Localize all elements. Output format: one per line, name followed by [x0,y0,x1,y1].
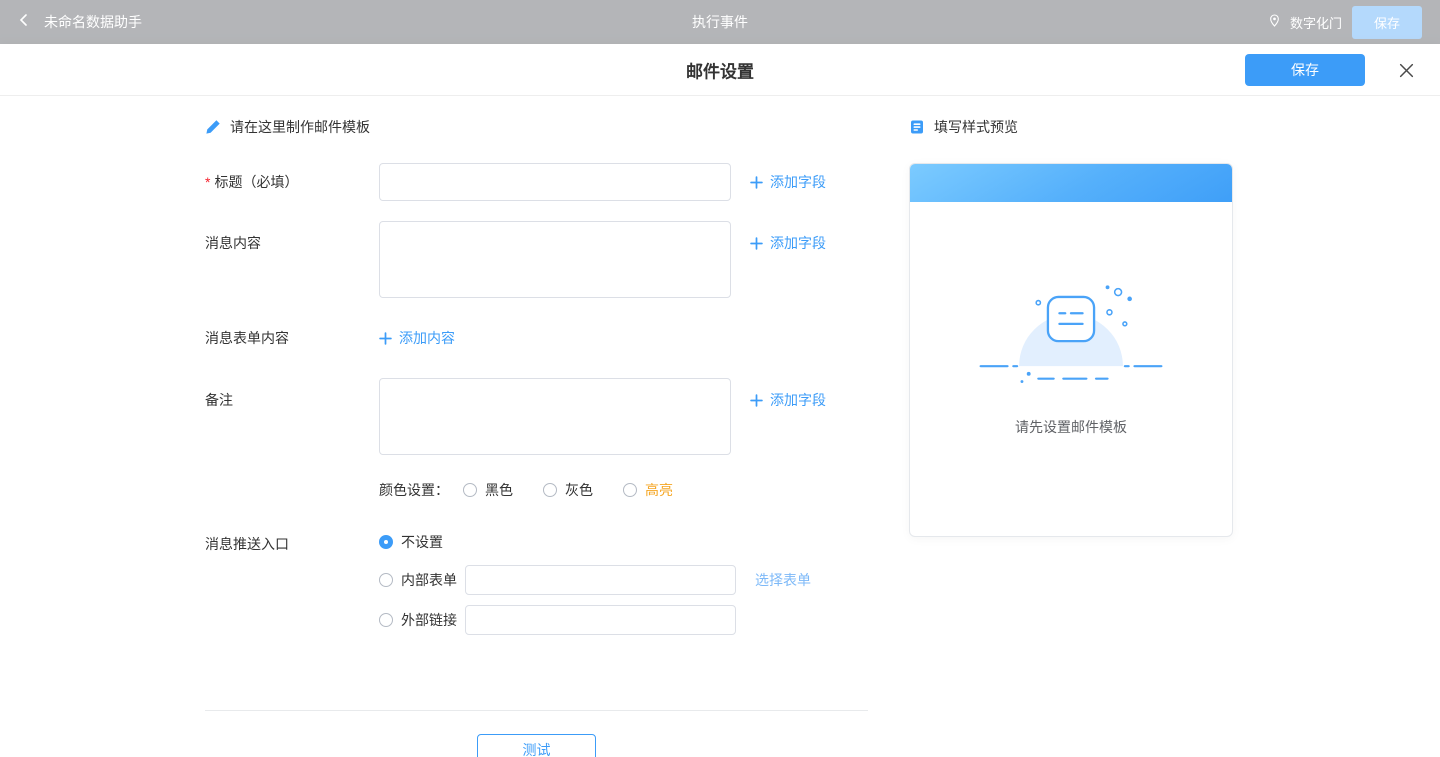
field-label-form-content: 消息表单内容 [205,328,379,348]
radio-label-internal-form: 内部表单 [401,570,457,590]
add-field-link-remark-text: 添加字段 [770,390,826,410]
save-button[interactable]: 保存 [1245,54,1365,86]
color-setting-row: 颜色设置： 黑色 灰色 高亮 [205,480,868,500]
radio-circle [543,483,557,497]
radio-entry-external-link[interactable]: 外部链接 [379,610,457,630]
preview-card: 请先设置邮件模板 [909,163,1233,537]
field-label-remark: 备注 [205,378,379,455]
dialog-body: 请在这里制作邮件模板 *标题（必填） 添加字段 [0,96,1440,757]
field-label-title: *标题（必填） [205,172,379,192]
empty-state-illustration [910,270,1232,395]
dialog-header: 邮件设置 保存 [0,44,1440,96]
radio-label-gray: 灰色 [565,480,593,500]
external-link-input[interactable] [465,605,736,635]
test-button[interactable]: 测试 [477,734,596,757]
radio-entry-internal-form[interactable]: 内部表单 [379,570,457,590]
dialog-title: 邮件设置 [686,57,754,82]
plus-icon [379,332,392,345]
form-content-row: 消息表单内容 添加内容 [205,328,868,348]
add-field-link-title-text: 添加字段 [770,172,826,192]
remark-textarea[interactable] [379,378,731,455]
modal-mask[interactable] [0,0,1440,44]
title-input[interactable] [379,163,731,201]
plus-icon [750,176,763,189]
radio-label-external-link: 外部链接 [401,610,457,630]
preview-header-text: 填写样式预览 [934,117,1018,137]
add-field-link-remark[interactable]: 添加字段 [750,378,826,410]
preview-card-header [910,164,1232,202]
field-label-push-entry: 消息推送入口 [205,532,379,645]
screen: 未命名数据助手 执行事件 数字化门 保存 邮件设置 保存 [0,0,1440,757]
document-icon [909,119,925,135]
preview-panel: 填写样式预览 [909,118,1233,757]
pencil-icon [205,119,221,135]
template-editor: 请在这里制作邮件模板 *标题（必填） 添加字段 [205,118,868,757]
radio-circle [623,483,637,497]
push-entry-options: 不设置 内部表单 选择表单 [379,532,811,645]
radio-circle [379,613,393,627]
field-label-content: 消息内容 [205,221,379,298]
add-field-link-content-text: 添加字段 [770,233,826,253]
editor-section-header: 请在这里制作邮件模板 [205,118,868,136]
internal-form-input[interactable] [465,565,736,595]
add-content-link[interactable]: 添加内容 [379,328,455,348]
add-content-link-text: 添加内容 [399,328,455,348]
email-settings-dialog: 邮件设置 保存 请在这里制作邮件模板 *标题（必填） [0,44,1440,757]
radio-circle [463,483,477,497]
radio-color-black[interactable]: 黑色 [463,480,513,500]
preview-card-body: 请先设置邮件模板 [910,202,1232,437]
radio-entry-none[interactable]: 不设置 [379,532,443,552]
editor-header-text: 请在这里制作邮件模板 [230,117,370,137]
add-field-link-title[interactable]: 添加字段 [750,172,826,192]
close-icon[interactable] [1396,60,1416,80]
plus-icon [750,394,763,407]
radio-label-highlight: 高亮 [645,480,673,500]
radio-circle-checked [379,535,393,549]
radio-circle [379,573,393,587]
content-textarea[interactable] [379,221,731,298]
remark-row: 备注 添加字段 [205,378,868,455]
divider [205,710,868,711]
topbar: 未命名数据助手 执行事件 数字化门 保存 [0,0,1440,44]
content-row: 消息内容 添加字段 [205,221,868,298]
radio-color-gray[interactable]: 灰色 [543,480,593,500]
radio-color-highlight[interactable]: 高亮 [623,480,673,500]
radio-label-none: 不设置 [401,532,443,552]
plus-icon [750,237,763,250]
select-form-link[interactable]: 选择表单 [755,570,811,590]
preview-empty-text: 请先设置邮件模板 [910,417,1232,437]
field-label-title-text: 标题（必填） [214,174,298,190]
add-field-link-content[interactable]: 添加字段 [750,221,826,253]
required-mark: * [205,174,210,190]
color-setting-label: 颜色设置： [379,480,449,500]
push-entry-row: 消息推送入口 不设置 内部表单 [205,532,868,645]
preview-section-header: 填写样式预览 [909,118,1233,136]
radio-label-black: 黑色 [485,480,513,500]
title-row: *标题（必填） 添加字段 [205,163,868,201]
